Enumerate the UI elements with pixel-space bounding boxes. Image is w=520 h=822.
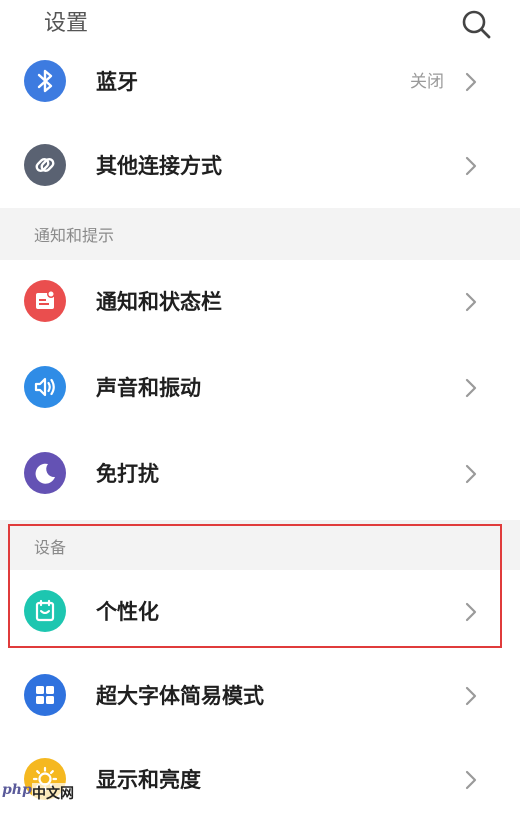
chevron-right-icon [465,770,477,790]
moon-icon [24,452,66,494]
row-label: 声音和振动 [96,376,201,400]
chevron-right-icon [465,156,477,176]
section-label: 通知和提示 [34,226,115,245]
settings-row-other-connections[interactable]: 其他连接方式 [0,124,520,208]
settings-row-notifications[interactable]: 通知和状态栏 [0,260,520,344]
settings-row-personalization[interactable]: 个性化 [0,570,520,654]
row-label: 其他连接方式 [96,154,222,178]
chevron-right-icon [465,464,477,484]
chevron-right-icon [465,378,477,398]
personalization-icon [24,590,66,632]
page-title: 设置 [44,11,89,36]
settings-row-do-not-disturb[interactable]: 免打扰 [0,432,520,516]
watermark-logo: php [2,782,32,798]
chevron-right-icon [465,72,477,92]
chevron-right-icon [465,686,477,706]
row-label: 个性化 [96,600,159,624]
section-label: 设备 [34,538,67,557]
settings-row-easy-mode[interactable]: 超大字体简易模式 [0,654,520,738]
grid-icon [24,674,66,716]
link-icon [24,144,66,186]
settings-row-bluetooth[interactable]: 蓝牙 关闭 [0,40,520,124]
chevron-right-icon [465,292,477,312]
row-label: 蓝牙 [96,70,138,94]
search-icon [462,10,491,39]
bluetooth-icon [24,60,66,102]
row-label: 免打扰 [96,462,159,486]
row-label: 通知和状态栏 [96,290,222,314]
section-header-device: 设备 [0,520,520,572]
row-label: 显示和亮度 [96,768,201,792]
section-header-notifications: 通知和提示 [0,208,520,260]
row-label: 超大字体简易模式 [96,684,264,708]
watermark-site: 中文网 [32,783,74,803]
chevron-right-icon [465,602,477,622]
settings-row-sound[interactable]: 声音和振动 [0,346,520,430]
row-value: 关闭 [410,72,444,92]
sound-icon [24,366,66,408]
notification-icon [24,280,66,322]
site-watermark: php 中文网 [0,778,90,804]
search-button[interactable] [458,6,496,44]
